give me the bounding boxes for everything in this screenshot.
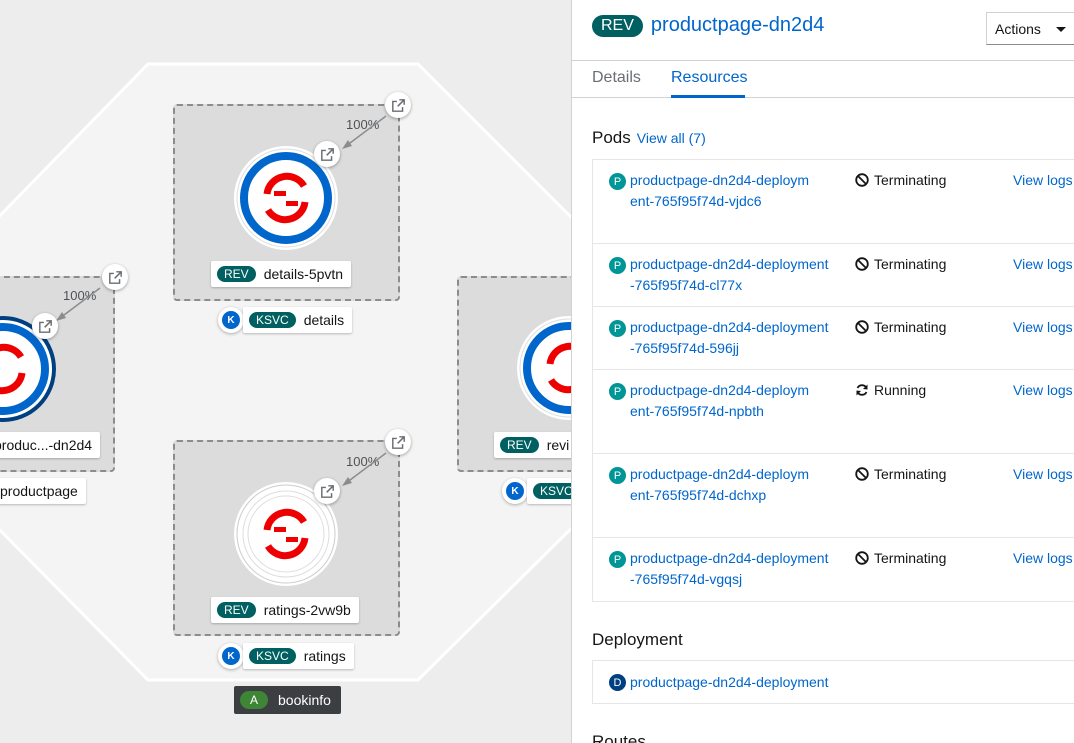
pod-status: Running: [855, 382, 926, 398]
pods-section-title: Pods View all (7): [592, 128, 706, 148]
tab-resources[interactable]: Resources: [671, 69, 747, 87]
active-tab-indicator: [671, 95, 745, 98]
pod-badge: P: [609, 173, 626, 190]
revision-label[interactable]: REV revi: [494, 432, 571, 458]
pod-name-link[interactable]: productpage-dn2d4-deployment-765f95f74d-…: [630, 254, 830, 296]
pod-badge: P: [609, 467, 626, 484]
deployment-section-title: Deployment: [592, 630, 683, 649]
view-logs-link[interactable]: View logs: [1013, 550, 1073, 566]
pod-status: Terminating: [855, 466, 946, 482]
pod-row: P productpage-dn2d4-deployment-765f95f74…: [593, 454, 1074, 538]
side-panel: REV productpage-dn2d4 Actions Details Re…: [571, 0, 1074, 743]
rev-badge: REV: [500, 437, 539, 453]
pod-badge: P: [609, 257, 626, 274]
view-logs-link[interactable]: View logs: [1013, 466, 1073, 482]
ban-icon: [855, 320, 869, 334]
service-label[interactable]: KSVC ratings: [243, 643, 354, 669]
service-label[interactable]: KSVC details: [243, 307, 353, 333]
deployment-name-link[interactable]: productpage-dn2d4-deployment: [630, 674, 828, 690]
revision-name: ratings-2vw9b: [263, 602, 351, 618]
application-label[interactable]: Abookinfo: [234, 686, 341, 714]
knative-icon: K: [502, 478, 528, 504]
view-logs-link[interactable]: View logs: [1013, 172, 1073, 188]
pod-name-link[interactable]: productpage-dn2d4-deployment-765f95f74d-…: [630, 464, 810, 506]
pod-name-link[interactable]: productpage-dn2d4-deployment-765f95f74d-…: [630, 548, 830, 590]
tabs: Details Resources: [572, 60, 1074, 98]
deployment-badge: D: [609, 674, 626, 691]
traffic-arrow: [342, 115, 387, 149]
ban-icon: [855, 257, 869, 271]
pod-status: Terminating: [855, 256, 946, 272]
deployment-item: D productpage-dn2d4-deployment: [592, 660, 1074, 704]
pod-name-link[interactable]: productpage-dn2d4-deployment-765f95f74d-…: [630, 170, 810, 212]
service-label[interactable]: productpage: [0, 478, 86, 504]
open-url-icon[interactable]: [32, 313, 58, 339]
pod-status: Terminating: [855, 172, 946, 188]
application-badge: A: [240, 691, 268, 709]
tab-details[interactable]: Details: [592, 69, 641, 87]
revision-node-reviews[interactable]: [517, 316, 571, 420]
revision-label-selected[interactable]: produc...-dn2d4: [0, 432, 101, 458]
ban-icon: [855, 551, 869, 565]
pod-status: Terminating: [855, 319, 946, 335]
view-logs-link[interactable]: View logs: [1013, 319, 1073, 335]
pod-row: P productpage-dn2d4-deployment-765f95f74…: [593, 370, 1074, 454]
traffic-arrow: [342, 452, 387, 486]
revision-name: details-5pvtn: [263, 266, 344, 282]
routes-section-title: Routes: [592, 732, 646, 743]
pod-row: P productpage-dn2d4-deployment-765f95f74…: [593, 307, 1074, 370]
pod-badge: P: [609, 551, 626, 568]
rev-badge: REV: [592, 14, 643, 37]
actions-label: Actions: [995, 20, 1041, 37]
knative-icon: K: [218, 307, 244, 333]
rev-badge: REV: [217, 602, 256, 618]
panel-title[interactable]: productpage-dn2d4: [651, 14, 824, 37]
service-name: productpage: [0, 483, 78, 499]
view-all-pods-link[interactable]: View all (7): [637, 130, 706, 146]
open-url-icon[interactable]: [314, 478, 340, 504]
view-logs-link[interactable]: View logs: [1013, 256, 1073, 272]
pods-title: Pods: [592, 128, 631, 147]
ban-icon: [855, 467, 869, 481]
pod-name-link[interactable]: productpage-dn2d4-deployment-765f95f74d-…: [630, 317, 830, 359]
ksvc-badge: KSVC: [249, 312, 296, 328]
pod-name-link[interactable]: productpage-dn2d4-deployment-765f95f74d-…: [630, 380, 810, 422]
service-name: ratings: [303, 648, 346, 664]
pod-badge: P: [609, 320, 626, 337]
rev-badge: REV: [217, 266, 256, 282]
view-logs-link[interactable]: View logs: [1013, 382, 1073, 398]
ban-icon: [855, 173, 869, 187]
ksvc-badge: KSVC: [533, 483, 571, 499]
caret-down-icon: [1056, 27, 1066, 32]
pod-row: P productpage-dn2d4-deployment-765f95f74…: [593, 244, 1074, 307]
revision-label[interactable]: REV details-5pvtn: [211, 261, 352, 287]
revision-name: produc...-dn2d4: [0, 437, 93, 453]
panel-header: REV productpage-dn2d4: [592, 14, 824, 37]
pod-row: P productpage-dn2d4-deployment-765f95f74…: [593, 160, 1074, 244]
service-label[interactable]: KSVC: [527, 478, 571, 504]
sync-icon: [856, 384, 868, 396]
pod-badge: P: [609, 383, 626, 400]
ksvc-badge: KSVC: [249, 648, 296, 664]
service-name: details: [303, 312, 345, 328]
pod-status: Terminating: [855, 550, 946, 566]
open-url-icon[interactable]: [314, 141, 340, 167]
topology-canvas[interactable]: 100% REV details-5pvtn K KSVC details 100%…: [0, 0, 571, 743]
knative-icon: K: [218, 643, 244, 669]
actions-dropdown[interactable]: Actions: [986, 12, 1074, 45]
pod-row: P productpage-dn2d4-deployment-765f95f74…: [593, 538, 1074, 601]
traffic-arrow: [56, 287, 101, 321]
revision-label[interactable]: REV ratings-2vw9b: [211, 597, 359, 623]
revision-name: revi: [546, 437, 570, 453]
pod-list: P productpage-dn2d4-deployment-765f95f74…: [592, 159, 1074, 602]
application-name: bookinfo: [278, 692, 331, 708]
